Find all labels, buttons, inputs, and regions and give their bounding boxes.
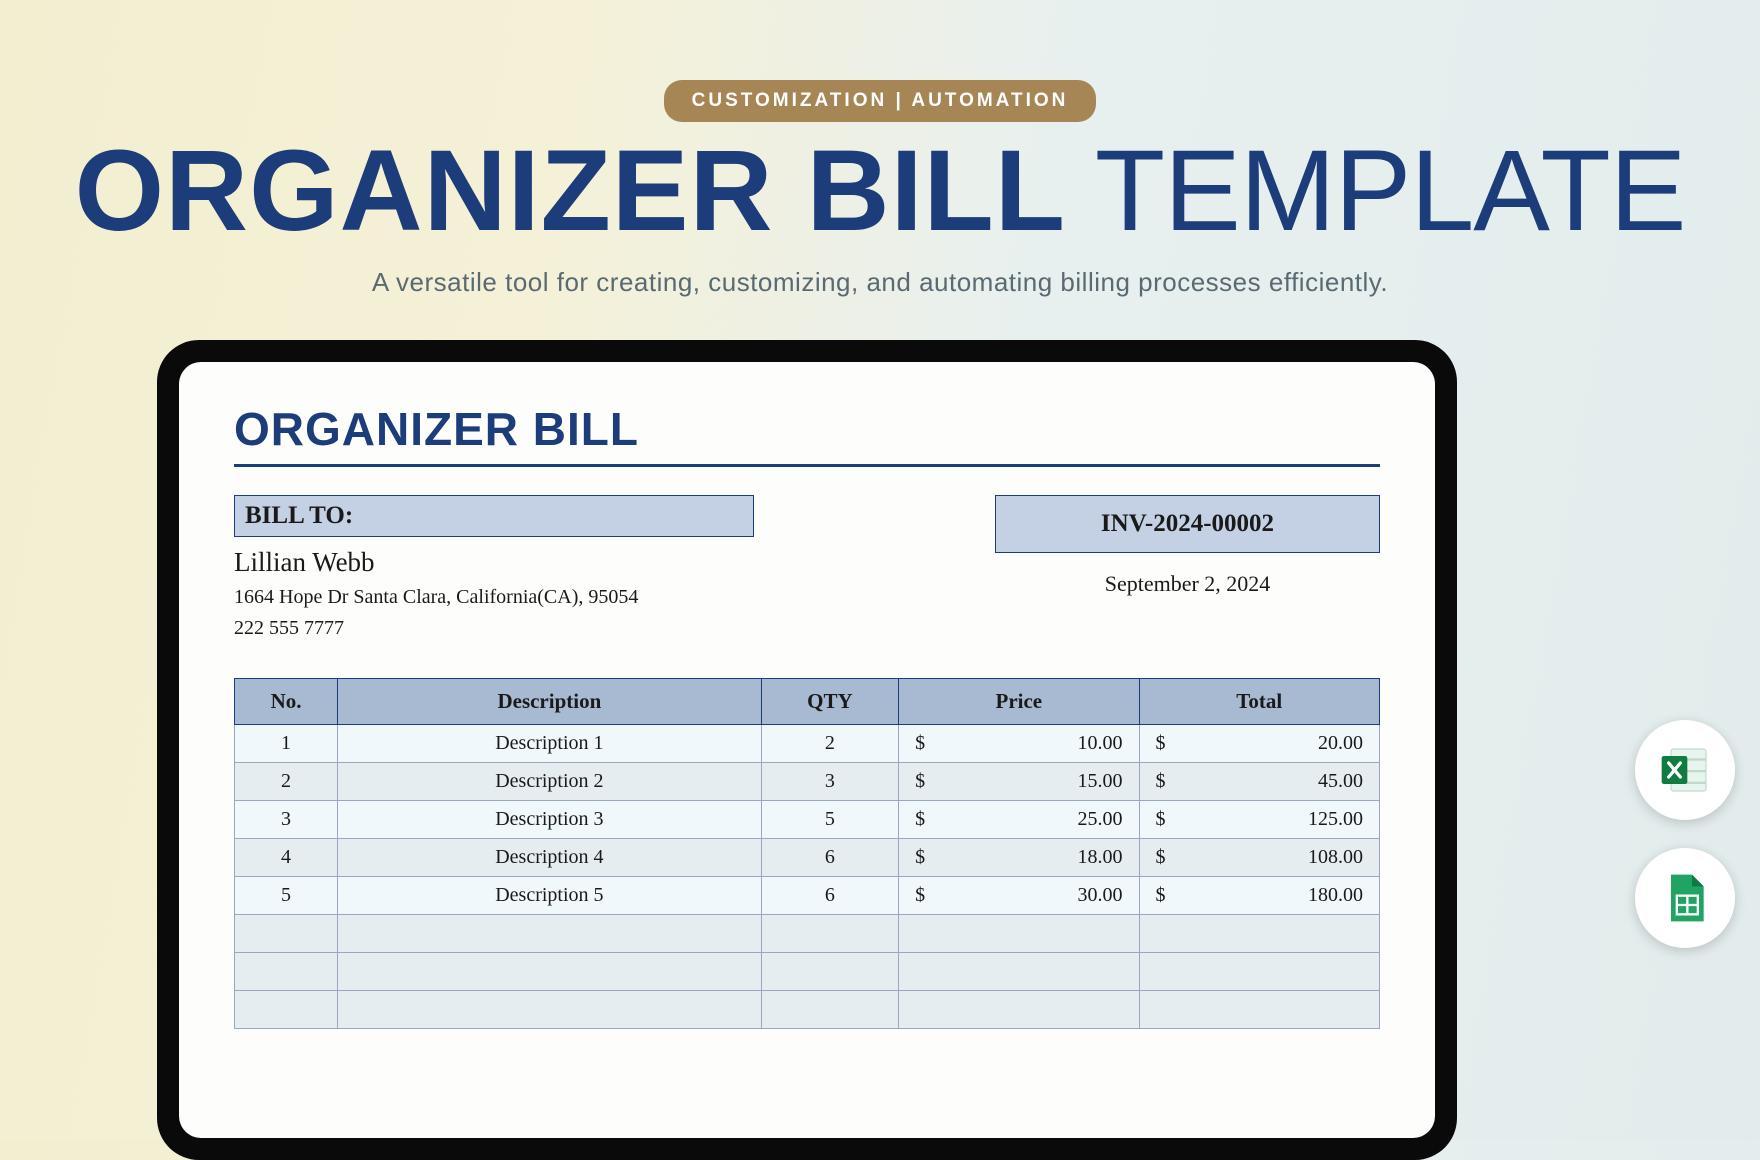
sheets-icon <box>1657 870 1713 926</box>
customer-address: 1664 Hope Dr Santa Clara, California(CA)… <box>234 586 754 609</box>
document-preview: ORGANIZER BILL BILL TO: Lillian Webb 166… <box>179 362 1435 1138</box>
table-row: 3Description 35$25.00$125.00 <box>235 801 1380 839</box>
cell-total: $180.00 <box>1139 877 1379 915</box>
sheets-download-button[interactable] <box>1635 848 1735 948</box>
col-qty: QTY <box>761 679 898 725</box>
cell-description: Description 1 <box>338 725 762 763</box>
col-description: Description <box>338 679 762 725</box>
cell-price: $10.00 <box>899 725 1139 763</box>
category-badge: CUSTOMIZATION | AUTOMATION <box>664 80 1097 122</box>
page-title: ORGANIZER BILL TEMPLATE <box>0 134 1760 249</box>
cell-total: $45.00 <box>1139 763 1379 801</box>
format-icons <box>1635 720 1735 948</box>
cell-price: $18.00 <box>899 839 1139 877</box>
invoice-info-row: BILL TO: Lillian Webb 1664 Hope Dr Santa… <box>234 495 1380 640</box>
document-title: ORGANIZER BILL <box>234 402 1380 467</box>
page-subtitle: A versatile tool for creating, customizi… <box>0 267 1760 298</box>
cell-no: 5 <box>235 877 338 915</box>
cell-total: $125.00 <box>1139 801 1379 839</box>
cell-price: $25.00 <box>899 801 1139 839</box>
cell-no: 1 <box>235 725 338 763</box>
bill-to-block: BILL TO: Lillian Webb 1664 Hope Dr Santa… <box>234 495 754 640</box>
cell-description: Description 5 <box>338 877 762 915</box>
line-items-table: No. Description QTY Price Total 1Descrip… <box>234 678 1380 1029</box>
table-row-empty <box>235 953 1380 991</box>
table-row-empty <box>235 915 1380 953</box>
col-total: Total <box>1139 679 1379 725</box>
title-bold: ORGANIZER BILL <box>75 127 1066 255</box>
cell-no: 4 <box>235 839 338 877</box>
promo-header: CUSTOMIZATION | AUTOMATION ORGANIZER BIL… <box>0 0 1760 298</box>
invoice-date: September 2, 2024 <box>995 571 1380 597</box>
cell-no: 3 <box>235 801 338 839</box>
table-row: 5Description 56$30.00$180.00 <box>235 877 1380 915</box>
tablet-mockup: ORGANIZER BILL BILL TO: Lillian Webb 166… <box>157 340 1457 1160</box>
table-row: 1Description 12$10.00$20.00 <box>235 725 1380 763</box>
table-header-row: No. Description QTY Price Total <box>235 679 1380 725</box>
invoice-number: INV-2024-00002 <box>995 495 1380 553</box>
excel-icon <box>1657 742 1713 798</box>
col-price: Price <box>899 679 1139 725</box>
cell-price: $30.00 <box>899 877 1139 915</box>
bill-to-label: BILL TO: <box>234 495 754 537</box>
table-row: 4Description 46$18.00$108.00 <box>235 839 1380 877</box>
invoice-meta: INV-2024-00002 September 2, 2024 <box>995 495 1380 597</box>
cell-qty: 3 <box>761 763 898 801</box>
cell-total: $20.00 <box>1139 725 1379 763</box>
customer-phone: 222 555 7777 <box>234 617 754 640</box>
cell-qty: 6 <box>761 839 898 877</box>
cell-qty: 2 <box>761 725 898 763</box>
cell-description: Description 2 <box>338 763 762 801</box>
excel-download-button[interactable] <box>1635 720 1735 820</box>
cell-qty: 6 <box>761 877 898 915</box>
cell-description: Description 4 <box>338 839 762 877</box>
cell-no: 2 <box>235 763 338 801</box>
title-light: TEMPLATE <box>1066 127 1685 255</box>
customer-name: Lillian Webb <box>234 547 754 578</box>
table-row: 2Description 23$15.00$45.00 <box>235 763 1380 801</box>
cell-description: Description 3 <box>338 801 762 839</box>
cell-qty: 5 <box>761 801 898 839</box>
table-row-empty <box>235 991 1380 1029</box>
cell-price: $15.00 <box>899 763 1139 801</box>
cell-total: $108.00 <box>1139 839 1379 877</box>
col-no: No. <box>235 679 338 725</box>
